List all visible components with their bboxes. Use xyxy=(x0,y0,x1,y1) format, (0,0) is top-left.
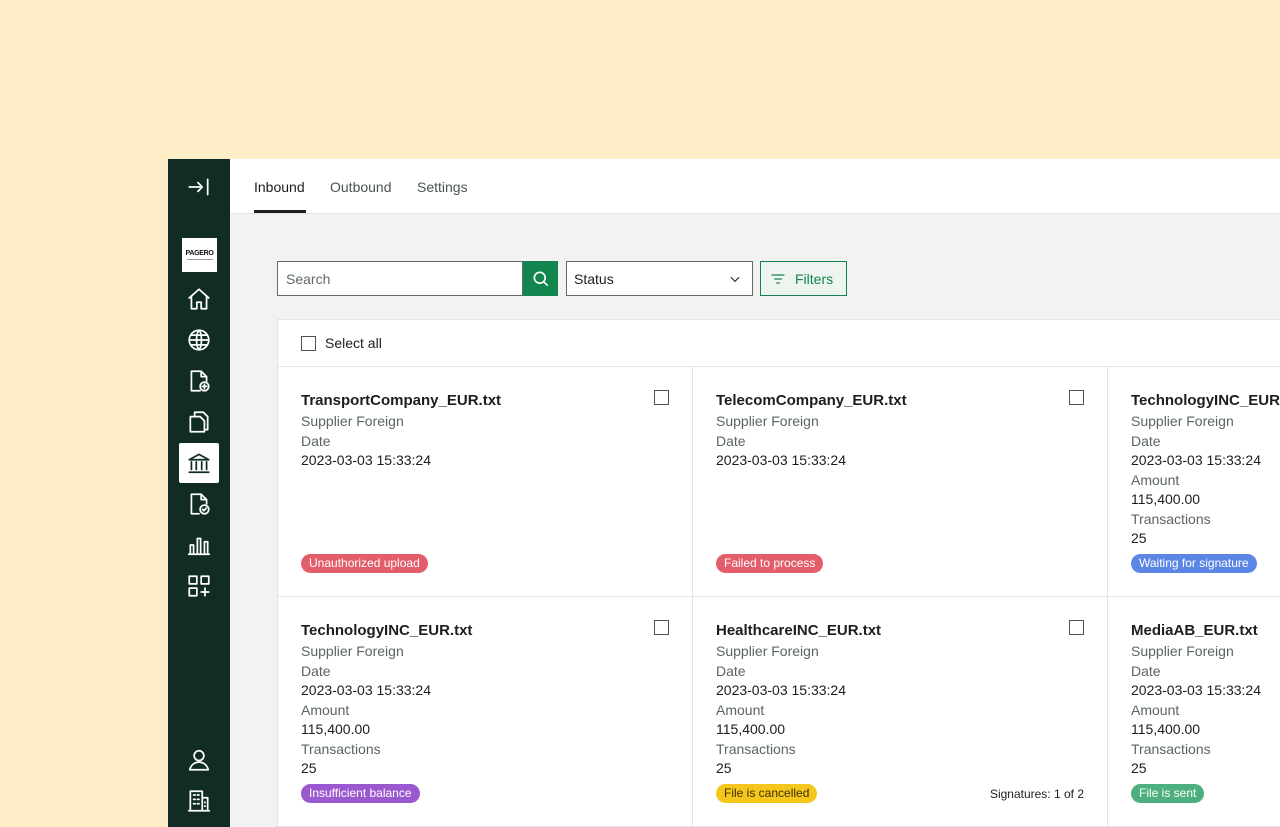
date-value: 2023-03-03 15:33:24 xyxy=(301,682,431,698)
amount-label: Amount xyxy=(716,701,765,718)
status-select-value: Status xyxy=(574,270,614,287)
amount-value: 115,400.00 xyxy=(301,721,371,737)
transactions-label: Transactions xyxy=(716,740,796,757)
filters-button[interactable]: Filters xyxy=(760,261,847,296)
file-list: Select all TransportCompany_EUR.txt Supp… xyxy=(277,319,1280,827)
status-badge: Insufficient balance xyxy=(301,784,420,803)
date-label: Date xyxy=(301,662,331,679)
filters-label: Filters xyxy=(795,270,834,287)
transactions-label: Transactions xyxy=(1131,740,1211,757)
signatures-count: Signatures: 1 of 2 xyxy=(989,787,1084,801)
select-all-row[interactable]: Select all xyxy=(278,320,1280,367)
new-document-icon[interactable] xyxy=(179,361,219,401)
amount-label: Amount xyxy=(1131,701,1180,718)
pagero-logo: PAGERO xyxy=(182,238,217,272)
chevron-down-icon xyxy=(730,276,740,282)
date-label: Date xyxy=(716,432,746,449)
status-badge: Waiting for signature xyxy=(1131,554,1257,573)
date-label: Date xyxy=(1131,432,1161,449)
select-all-label: Select all xyxy=(325,335,382,351)
date-value: 2023-03-03 15:33:24 xyxy=(1131,452,1261,468)
supplier-name: Supplier Foreign xyxy=(716,643,819,659)
active-tab-indicator xyxy=(254,210,306,213)
file-checkbox[interactable] xyxy=(1069,390,1084,405)
supplier-name: Supplier Foreign xyxy=(1131,643,1234,659)
supplier-name: Supplier Foreign xyxy=(716,413,819,429)
transactions-value: 25 xyxy=(716,760,732,776)
date-value: 2023-03-03 15:33:24 xyxy=(301,452,431,468)
user-icon[interactable] xyxy=(179,740,219,780)
status-badge: File is cancelled xyxy=(716,784,818,803)
globe-icon[interactable] xyxy=(179,320,219,360)
date-label: Date xyxy=(301,432,331,449)
file-card[interactable]: HealthcareINC_EUR.txt Supplier Foreign D… xyxy=(693,597,1108,827)
date-label: Date xyxy=(716,662,746,679)
file-name: TechnologyINC_EUR.txt xyxy=(1131,392,1280,409)
chart-icon[interactable] xyxy=(179,525,219,565)
supplier-name: Supplier Foreign xyxy=(301,643,404,659)
file-card[interactable]: MediaAB_EUR.txt Supplier Foreign Date 20… xyxy=(1108,597,1280,827)
file-checkbox[interactable] xyxy=(654,390,669,405)
transactions-value: 25 xyxy=(1131,760,1147,776)
building-icon[interactable] xyxy=(179,781,219,821)
amount-label: Amount xyxy=(1131,471,1180,488)
supplier-name: Supplier Foreign xyxy=(301,413,404,429)
amount-value: 115,400.00 xyxy=(1131,721,1201,737)
search-input[interactable] xyxy=(278,262,522,295)
file-card[interactable]: TechnologyINC_EUR.txt Supplier Foreign D… xyxy=(278,597,693,827)
tab-settings[interactable]: Settings xyxy=(417,179,468,195)
supplier-name: Supplier Foreign xyxy=(1131,413,1234,429)
status-badge: Failed to process xyxy=(716,554,824,573)
transactions-value: 25 xyxy=(301,760,317,776)
transactions-label: Transactions xyxy=(1131,510,1211,527)
file-checkbox[interactable] xyxy=(654,620,669,635)
home-icon[interactable] xyxy=(179,279,219,319)
tab-inbound[interactable]: Inbound xyxy=(254,179,305,195)
amount-label: Amount xyxy=(301,701,350,718)
bank-icon[interactable] xyxy=(179,443,219,483)
sidebar: PAGERO xyxy=(168,159,230,827)
date-value: 2023-03-03 15:33:24 xyxy=(716,452,846,468)
file-name: TechnologyINC_EUR.txt xyxy=(301,622,473,639)
file-card[interactable]: TelecomCompany_EUR.txt Supplier Foreign … xyxy=(693,367,1108,597)
file-name: TransportCompany_EUR.txt xyxy=(301,392,502,409)
approved-document-icon[interactable] xyxy=(179,484,219,524)
top-navigation: Inbound Outbound Settings xyxy=(230,159,1280,214)
file-checkbox[interactable] xyxy=(1069,620,1084,635)
search-icon xyxy=(533,271,548,286)
search-button[interactable] xyxy=(523,261,558,296)
documents-icon[interactable] xyxy=(179,402,219,442)
file-card[interactable]: TransportCompany_EUR.txt Supplier Foreig… xyxy=(278,367,693,597)
date-value: 2023-03-03 15:33:24 xyxy=(716,682,846,698)
logo-text: PAGERO xyxy=(185,250,214,257)
file-name: TelecomCompany_EUR.txt xyxy=(716,392,907,409)
status-badge: File is sent xyxy=(1131,784,1205,803)
status-badge: Unauthorized upload xyxy=(301,554,428,573)
tab-outbound[interactable]: Outbound xyxy=(330,179,392,195)
search-box xyxy=(277,261,523,296)
amount-value: 115,400.00 xyxy=(716,721,786,737)
file-name: HealthcareINC_EUR.txt xyxy=(716,622,882,639)
status-select[interactable]: Status xyxy=(566,261,753,296)
add-app-icon[interactable] xyxy=(179,566,219,606)
select-all-checkbox[interactable] xyxy=(301,335,316,351)
collapse-icon[interactable] xyxy=(179,167,219,207)
date-label: Date xyxy=(1131,662,1161,679)
app-window: PAGERO Inbound Outbound Settings Search … xyxy=(168,159,1280,827)
file-name: MediaAB_EUR.txt xyxy=(1131,622,1258,639)
transactions-label: Transactions xyxy=(301,740,381,757)
file-card[interactable]: TechnologyINC_EUR.txt Supplier Foreign D… xyxy=(1108,367,1280,597)
transactions-value: 25 xyxy=(1131,530,1147,546)
amount-value: 115,400.00 xyxy=(1131,491,1201,507)
date-value: 2023-03-03 15:33:24 xyxy=(1131,682,1261,698)
filter-icon xyxy=(771,273,785,284)
